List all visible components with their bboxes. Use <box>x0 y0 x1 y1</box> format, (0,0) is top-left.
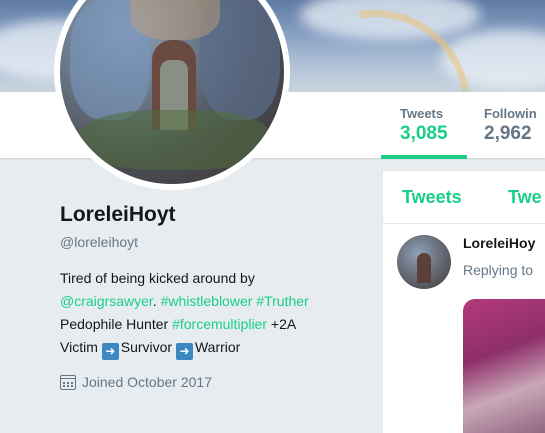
hashtag-link[interactable]: #whistleblower <box>161 293 253 309</box>
bio-text: Survivor <box>120 339 176 355</box>
bio-text: Warrior <box>194 339 241 355</box>
right-arrow-emoji-icon: ➜ <box>175 343 193 360</box>
bio-text: Pedophile Hunter <box>60 316 173 332</box>
calendar-icon <box>60 374 76 390</box>
joined-date: Joined October 2017 <box>60 374 212 390</box>
right-arrow-emoji-icon: ➜ <box>101 343 119 360</box>
profile-bio: Tired of being kicked around by @craigrs… <box>60 267 370 360</box>
tab-tweets[interactable]: Tweets <box>402 187 462 208</box>
hashtag-link[interactable]: #forcemultiplier <box>172 316 267 332</box>
bio-text: +2A <box>267 316 297 332</box>
stat-label: Followin <box>484 106 537 121</box>
joined-text: Joined October 2017 <box>82 374 212 390</box>
timeline-tabs: Tweets Twe <box>383 171 545 224</box>
tweet-media-image[interactable] <box>463 299 545 433</box>
tab-tweets-replies[interactable]: Twe <box>508 187 542 208</box>
profile-handle[interactable]: @loreleihoyt <box>60 234 138 250</box>
profile-avatar[interactable] <box>54 0 290 190</box>
timeline-panel: Tweets Twe LoreleiHoy Replying to <box>382 170 545 433</box>
tweet-author[interactable]: LoreleiHoy <box>463 235 535 251</box>
stat-tweets[interactable]: Tweets 3,085 <box>381 106 466 159</box>
display-name: LoreleiHoyt <box>60 203 176 226</box>
stat-label: Tweets <box>400 106 444 121</box>
stat-value: 2,962 <box>484 123 532 144</box>
tweet-avatar[interactable] <box>397 235 451 289</box>
stat-following[interactable]: Followin 2,962 <box>484 106 537 145</box>
tweet-reply-context: Replying to <box>463 262 534 278</box>
mention-link[interactable]: @craigrsawyer <box>60 293 153 309</box>
bio-text: Tired of being kicked around by <box>60 270 255 286</box>
bio-text: . <box>152 293 161 309</box>
stat-value: 3,085 <box>400 123 448 144</box>
hashtag-link[interactable]: #Truther <box>256 293 308 309</box>
bio-text: Victim <box>60 339 102 355</box>
avatar-image <box>60 0 284 184</box>
